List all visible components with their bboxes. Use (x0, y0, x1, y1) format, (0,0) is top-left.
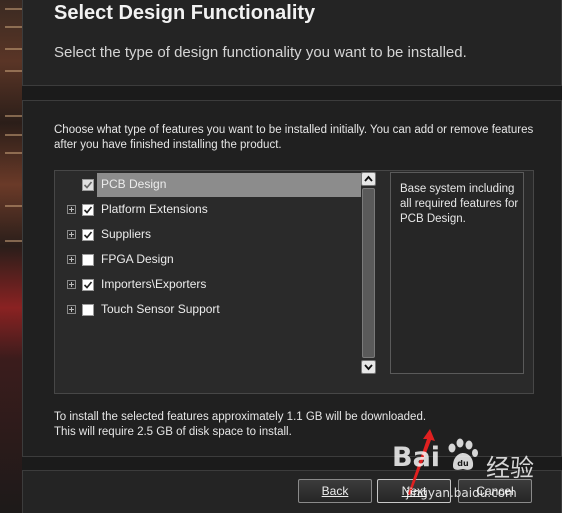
feature-tree: PCB Design Platform Extensions Suppliers FP… (57, 173, 379, 375)
feature-label: Platform Extensions (101, 202, 208, 216)
feature-row[interactable]: Suppliers (57, 223, 377, 247)
feature-checkbox[interactable] (82, 254, 94, 266)
feature-row[interactable]: FPGA Design (57, 248, 377, 272)
download-size-text: To install the selected features approxi… (54, 411, 427, 423)
back-button-label: Back (321, 484, 349, 498)
feature-checkbox[interactable] (82, 179, 94, 191)
feature-label: PCB Design (101, 177, 167, 191)
plus-expander-icon[interactable] (67, 305, 76, 314)
feature-checkbox[interactable] (82, 229, 94, 241)
scroll-down-button[interactable] (361, 360, 376, 374)
scroll-thumb[interactable] (362, 188, 375, 358)
paw-logo-icon: du (448, 438, 478, 470)
feature-label: Suppliers (101, 227, 152, 241)
feature-label: FPGA Design (101, 252, 174, 266)
back-button[interactable]: Back (298, 479, 372, 503)
watermark-label: 经验 (486, 454, 534, 482)
chevron-up-icon (364, 175, 373, 182)
feature-row[interactable]: PCB Design (57, 173, 377, 197)
watermark-url: jingyan.baidu.com (406, 486, 517, 500)
feature-checkbox[interactable] (82, 304, 94, 316)
check-icon (83, 231, 93, 239)
plus-expander-icon[interactable] (67, 255, 76, 264)
check-icon (83, 181, 93, 189)
feature-row[interactable]: Touch Sensor Support (57, 298, 377, 322)
feature-label: Touch Sensor Support (101, 302, 220, 316)
page-subtitle: Select the type of design functionality … (54, 44, 467, 61)
plus-expander-icon[interactable] (67, 205, 76, 214)
header-panel: Select Design Functionality Select the t… (22, 0, 562, 86)
main-panel: Choose what type of features you want to… (22, 100, 562, 457)
background-image-strip (0, 0, 22, 513)
check-icon (83, 281, 93, 289)
feature-checkbox[interactable] (82, 204, 94, 216)
scroll-up-button[interactable] (361, 172, 376, 186)
feature-label: Importers\Exporters (101, 277, 207, 291)
feature-description-text: Base system including all required featu… (400, 183, 519, 225)
installer-window: Select Design Functionality Select the t… (0, 0, 562, 513)
baidu-watermark: Bai du 经验 jingyan.baidu.com (392, 436, 562, 513)
watermark-logo-text: Bai (392, 442, 441, 473)
feature-description-panel: Base system including all required featu… (390, 172, 524, 374)
chevron-down-icon (364, 364, 373, 371)
svg-text:du: du (457, 459, 469, 468)
plus-expander-icon[interactable] (67, 280, 76, 289)
check-icon (83, 206, 93, 214)
page-title: Select Design Functionality (54, 2, 316, 24)
feature-row[interactable]: Importers\Exporters (57, 273, 377, 297)
feature-checkbox[interactable] (82, 279, 94, 291)
plus-expander-icon[interactable] (67, 230, 76, 239)
intro-text: Choose what type of features you want to… (54, 124, 534, 151)
feature-tree-scrollbar[interactable] (361, 172, 377, 374)
feature-selection-box: PCB Design Platform Extensions Suppliers FP… (54, 170, 534, 394)
feature-row[interactable]: Platform Extensions (57, 198, 377, 222)
